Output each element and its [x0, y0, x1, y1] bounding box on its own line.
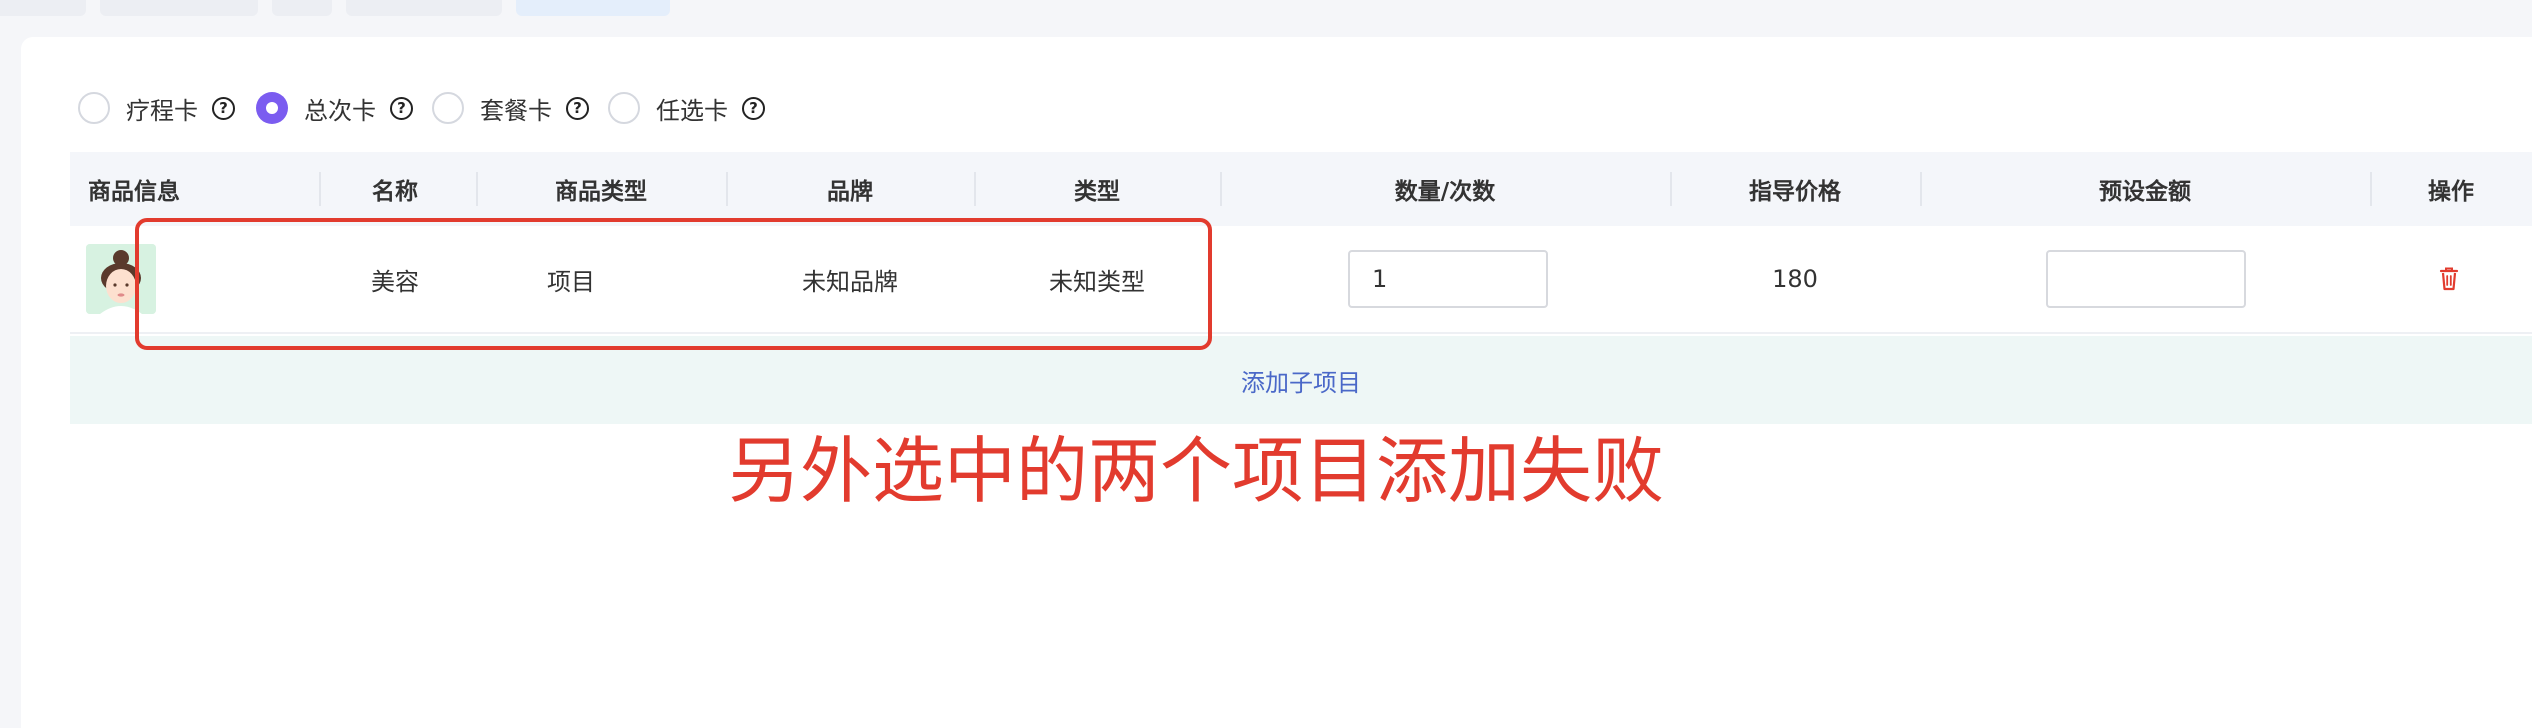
add-sub-item-row: 添加子项目 — [70, 336, 2532, 424]
cell-brand: 未知品牌 — [802, 267, 898, 296]
add-sub-item-link[interactable]: 添加子项目 — [1241, 363, 1361, 398]
question-mark-icon[interactable]: ? — [212, 96, 235, 120]
top-tab-bar — [0, 0, 2532, 18]
quantity-input[interactable]: 1 — [1348, 250, 1548, 308]
header-quantity: 数量/次数 — [1394, 179, 1496, 205]
header-preset-amount: 预设金额 — [2099, 179, 2191, 205]
radio-label: 套餐卡 — [480, 96, 552, 125]
radio-label: 任选卡 — [656, 96, 728, 125]
question-mark-icon[interactable]: ? — [566, 96, 589, 120]
radio-button[interactable] — [608, 92, 640, 124]
question-mark-icon[interactable]: ? — [390, 96, 413, 120]
radio-button[interactable] — [78, 92, 110, 124]
annotation-text: 另外选中的两个项目添加失败 — [728, 429, 1665, 513]
radio-button-selected[interactable] — [256, 92, 288, 124]
radio-option-package-card[interactable]: 套餐卡 ? — [432, 88, 589, 128]
radio-option-total-times-card[interactable]: 总次卡 ? — [256, 88, 413, 128]
header-brand: 品牌 — [827, 179, 873, 205]
question-mark-icon[interactable]: ? — [742, 96, 765, 120]
header-actions: 操作 — [2428, 179, 2474, 205]
table-header: 商品信息 名称 商品类型 品牌 类型 数量/次数 指导价格 预设金额 操作 — [70, 152, 2532, 226]
product-thumbnail — [86, 244, 156, 314]
header-product-info: 商品信息 — [88, 179, 180, 205]
header-product-type: 商品类型 — [555, 179, 647, 205]
top-tab[interactable] — [272, 0, 332, 16]
cell-name: 美容 — [371, 267, 419, 296]
radio-option-optional-card[interactable]: 任选卡 ? — [608, 88, 765, 128]
cell-guide-price: 180 — [1772, 265, 1818, 293]
radio-button[interactable] — [432, 92, 464, 124]
radio-label: 疗程卡 — [126, 96, 198, 125]
header-name: 名称 — [372, 179, 418, 205]
radio-label: 总次卡 — [304, 96, 376, 125]
trash-icon[interactable] — [2434, 264, 2464, 294]
table-row: 美容 项目 未知品牌 未知类型 1 180 — [70, 226, 2532, 334]
cell-type: 未知类型 — [1049, 267, 1145, 296]
header-guide-price: 指导价格 — [1749, 179, 1841, 205]
top-tab-active[interactable] — [516, 0, 670, 16]
top-tab[interactable] — [0, 0, 86, 16]
radio-option-course-card[interactable]: 疗程卡 ? — [78, 88, 235, 128]
cell-product-type: 项目 — [547, 267, 595, 296]
header-type: 类型 — [1074, 179, 1120, 205]
preset-amount-input[interactable] — [2046, 250, 2246, 308]
top-tab[interactable] — [346, 0, 502, 16]
radio-dot — [266, 102, 278, 114]
top-tab[interactable] — [100, 0, 258, 16]
